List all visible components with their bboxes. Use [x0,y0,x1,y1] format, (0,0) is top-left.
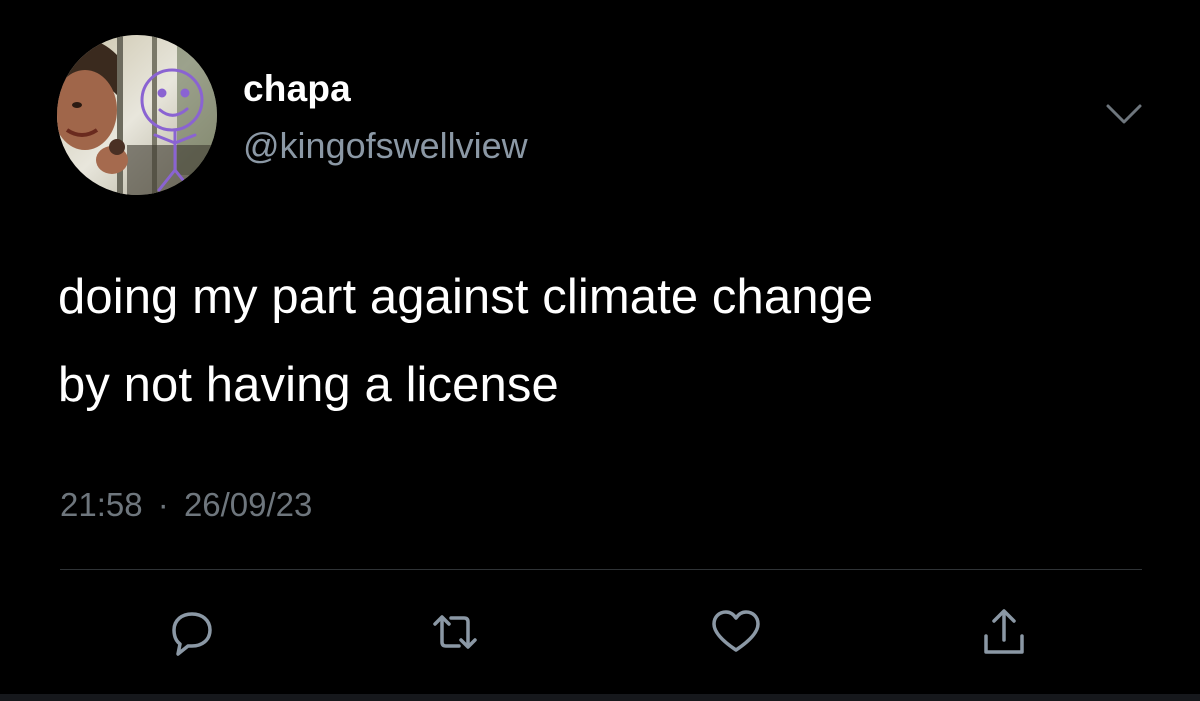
retweet-icon[interactable] [427,604,483,660]
reply-icon[interactable] [164,604,220,660]
divider [60,569,1142,570]
tweet-meta: 21:58 · 26/09/23 [60,486,312,524]
meta-separator: · [157,486,169,523]
share-icon[interactable] [976,604,1032,660]
avatar[interactable] [57,35,217,195]
bottom-edge [0,694,1200,701]
tweet-time[interactable]: 21:58 [60,486,143,523]
tweet-text: doing my part against climate change by … [58,253,1168,429]
tweet-text-line: doing my part against climate change [58,270,874,324]
tweet-date[interactable]: 26/09/23 [184,486,312,523]
tweet-card: chapa @kingofswellview doing my part aga… [0,0,1200,701]
like-icon[interactable] [708,604,764,660]
tweet-text-line: by not having a license [58,358,559,412]
display-name[interactable]: chapa [243,68,351,110]
chevron-down-icon[interactable] [1104,100,1144,130]
user-handle[interactable]: @kingofswellview [243,125,528,167]
